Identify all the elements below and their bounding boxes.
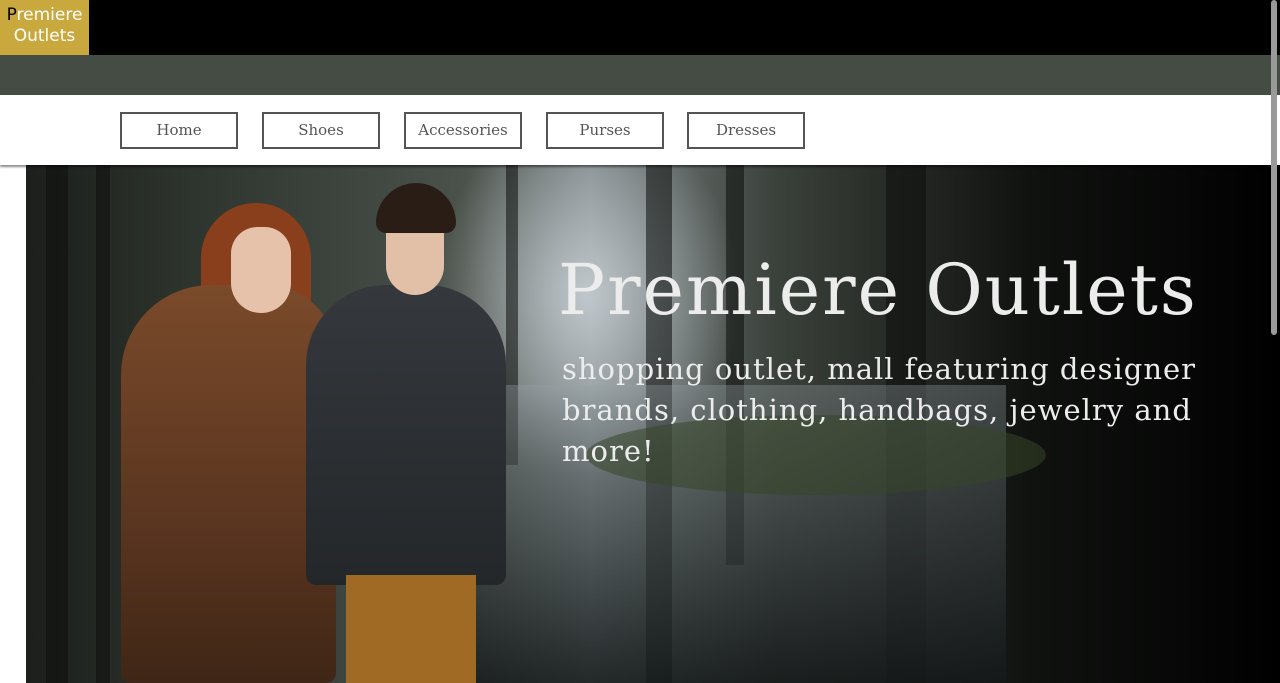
logo-first-letter: P	[6, 5, 17, 25]
hero-title: Premiere Outlets	[558, 249, 1198, 331]
nav-purses-button[interactable]: Purses	[546, 112, 664, 149]
model-woman-coat	[121, 285, 336, 683]
model-woman-face	[231, 227, 291, 313]
main-nav: Home Shoes Accessories Purses Dresses	[0, 95, 1280, 165]
forest-tree	[96, 165, 110, 683]
forest-tree	[46, 165, 68, 683]
page-scrollbar-thumb[interactable]	[1271, 0, 1277, 335]
nav-shoes-button[interactable]: Shoes	[262, 112, 380, 149]
nav-home-button[interactable]: Home	[120, 112, 238, 149]
nav-dresses-button[interactable]: Dresses	[687, 112, 805, 149]
model-man-hair	[376, 183, 456, 233]
secondary-bar	[0, 55, 1280, 95]
logo-line-1-rest: remiere	[16, 5, 83, 25]
logo-line-2: Outlets	[13, 26, 76, 46]
site-logo[interactable]: Premiere Outlets	[0, 0, 89, 55]
hero-banner: Premiere Outlets shopping outlet, mall f…	[26, 165, 1280, 683]
top-bar	[0, 0, 1280, 55]
hero-subtitle: shopping outlet, mall featuring designer…	[562, 352, 1197, 468]
nav-accessories-button[interactable]: Accessories	[404, 112, 522, 149]
logo-line-1: Premiere	[0, 5, 89, 26]
model-man-pants	[346, 575, 476, 683]
model-man-jacket	[306, 285, 506, 585]
